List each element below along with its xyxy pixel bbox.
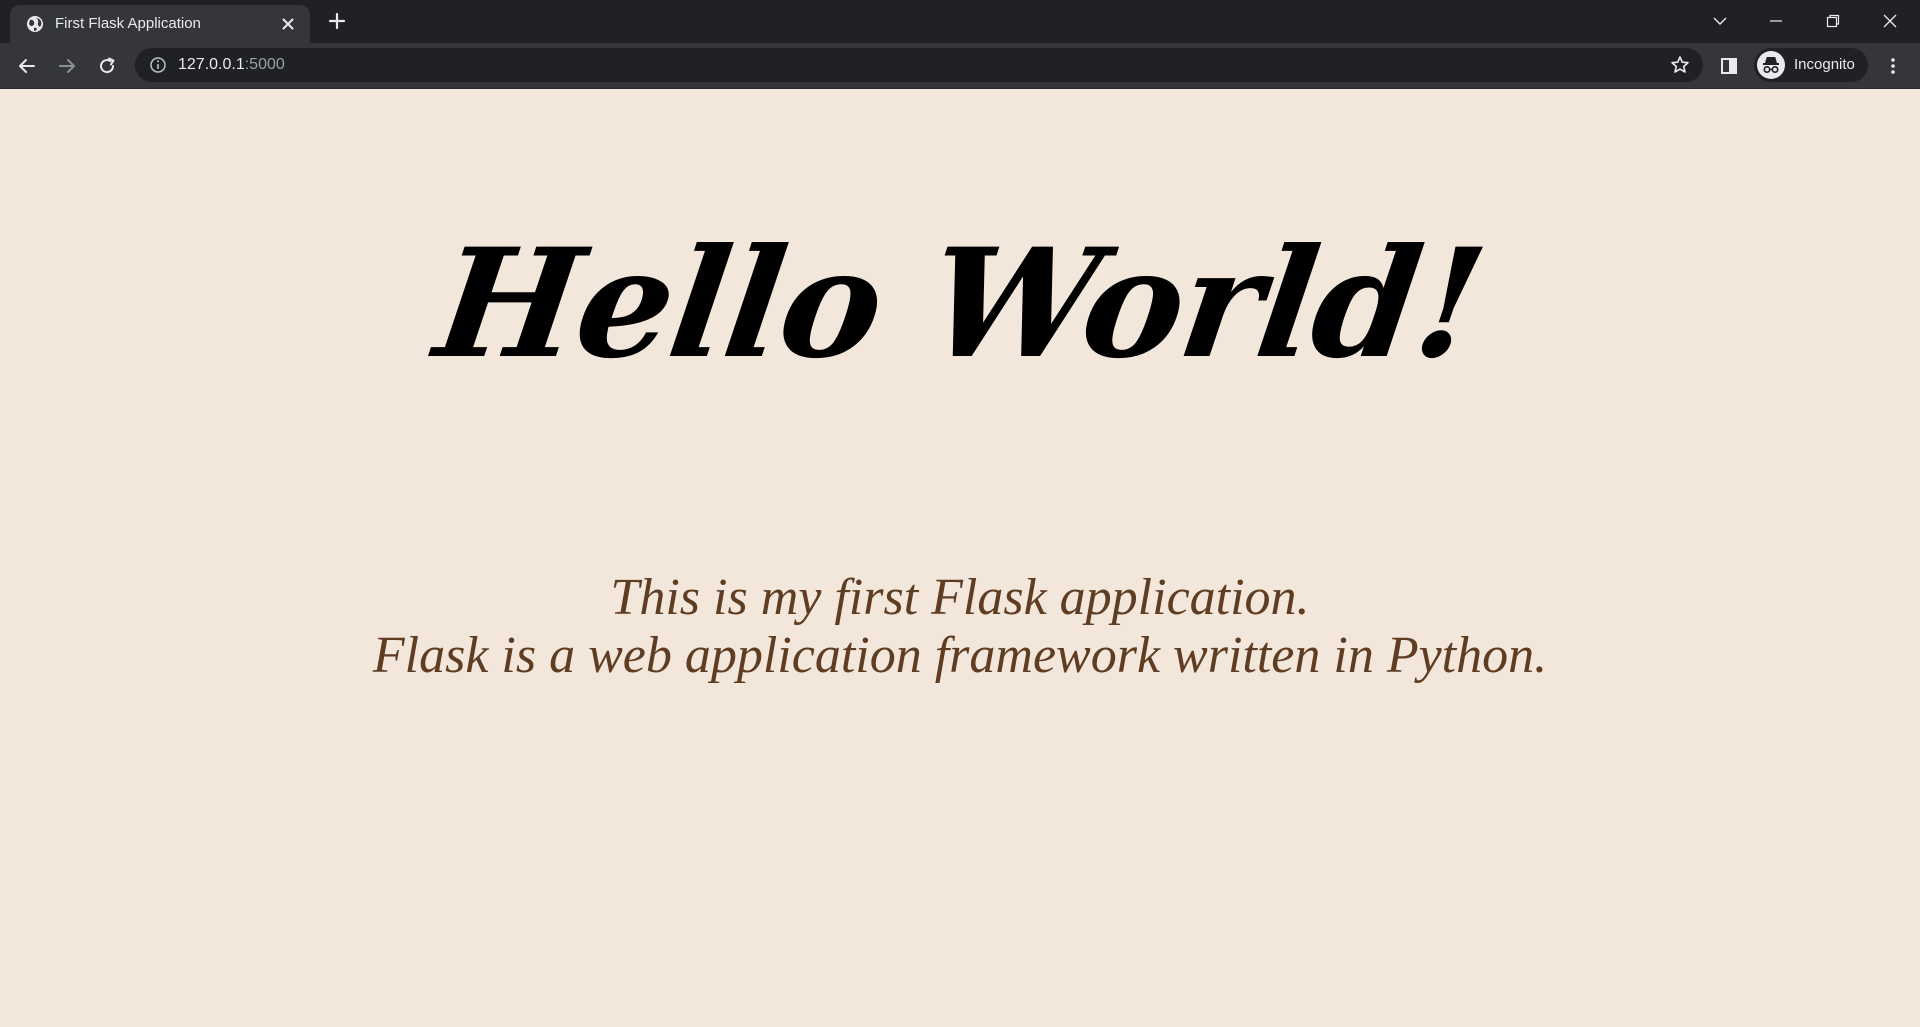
chevron-down-icon bbox=[1713, 17, 1727, 25]
incognito-icon bbox=[1763, 57, 1779, 74]
browser-tab[interactable]: First Flask Application bbox=[10, 5, 310, 43]
browser-titlebar: First Flask Application bbox=[0, 0, 1920, 43]
globe-icon bbox=[27, 16, 43, 32]
info-icon[interactable] bbox=[149, 56, 167, 74]
more-vert-icon bbox=[1891, 58, 1895, 74]
browser-toolbar: 127.0.0.1:5000 Incognito bbox=[0, 43, 1920, 89]
side-panel-button[interactable] bbox=[1716, 53, 1742, 79]
url-port: :5000 bbox=[244, 56, 285, 73]
reload-icon bbox=[100, 57, 115, 74]
reload-button[interactable] bbox=[94, 53, 120, 79]
restore-button[interactable] bbox=[1811, 6, 1855, 36]
star-icon[interactable] bbox=[1670, 55, 1690, 75]
incognito-label: Incognito bbox=[1794, 56, 1855, 73]
page-heading: Hello World! bbox=[426, 216, 1494, 392]
back-button[interactable] bbox=[14, 53, 40, 79]
page-content: Hello World! This is my first Flask appl… bbox=[0, 89, 1920, 1027]
forward-arrow-icon bbox=[59, 59, 75, 73]
forward-button[interactable] bbox=[54, 53, 80, 79]
description-line-1: This is my first Flask application. bbox=[610, 569, 1310, 626]
restore-icon bbox=[1826, 14, 1840, 28]
close-icon[interactable] bbox=[278, 14, 298, 34]
url-host: 127.0.0.1 bbox=[178, 56, 245, 73]
window-close-icon bbox=[1883, 14, 1897, 28]
minimize-icon bbox=[1770, 20, 1782, 22]
plus-icon[interactable] bbox=[326, 10, 348, 32]
more-menu-button[interactable] bbox=[1880, 53, 1906, 79]
description-line-2: Flask is a web application framework wri… bbox=[372, 627, 1548, 684]
address-bar[interactable]: 127.0.0.1:5000 bbox=[135, 48, 1703, 82]
incognito-profile-button[interactable]: Incognito bbox=[1754, 48, 1868, 82]
minimize-button[interactable] bbox=[1754, 6, 1798, 36]
avatar bbox=[1757, 51, 1785, 79]
page-description: This is my first Flask application. Flas… bbox=[0, 569, 1920, 685]
side-panel-icon bbox=[1721, 58, 1737, 74]
tab-title: First Flask Application bbox=[55, 15, 201, 32]
window-close-button[interactable] bbox=[1868, 6, 1912, 36]
url-text[interactable]: 127.0.0.1:5000 bbox=[178, 56, 285, 74]
back-arrow-icon bbox=[19, 59, 35, 73]
tab-search-button[interactable] bbox=[1698, 6, 1742, 36]
